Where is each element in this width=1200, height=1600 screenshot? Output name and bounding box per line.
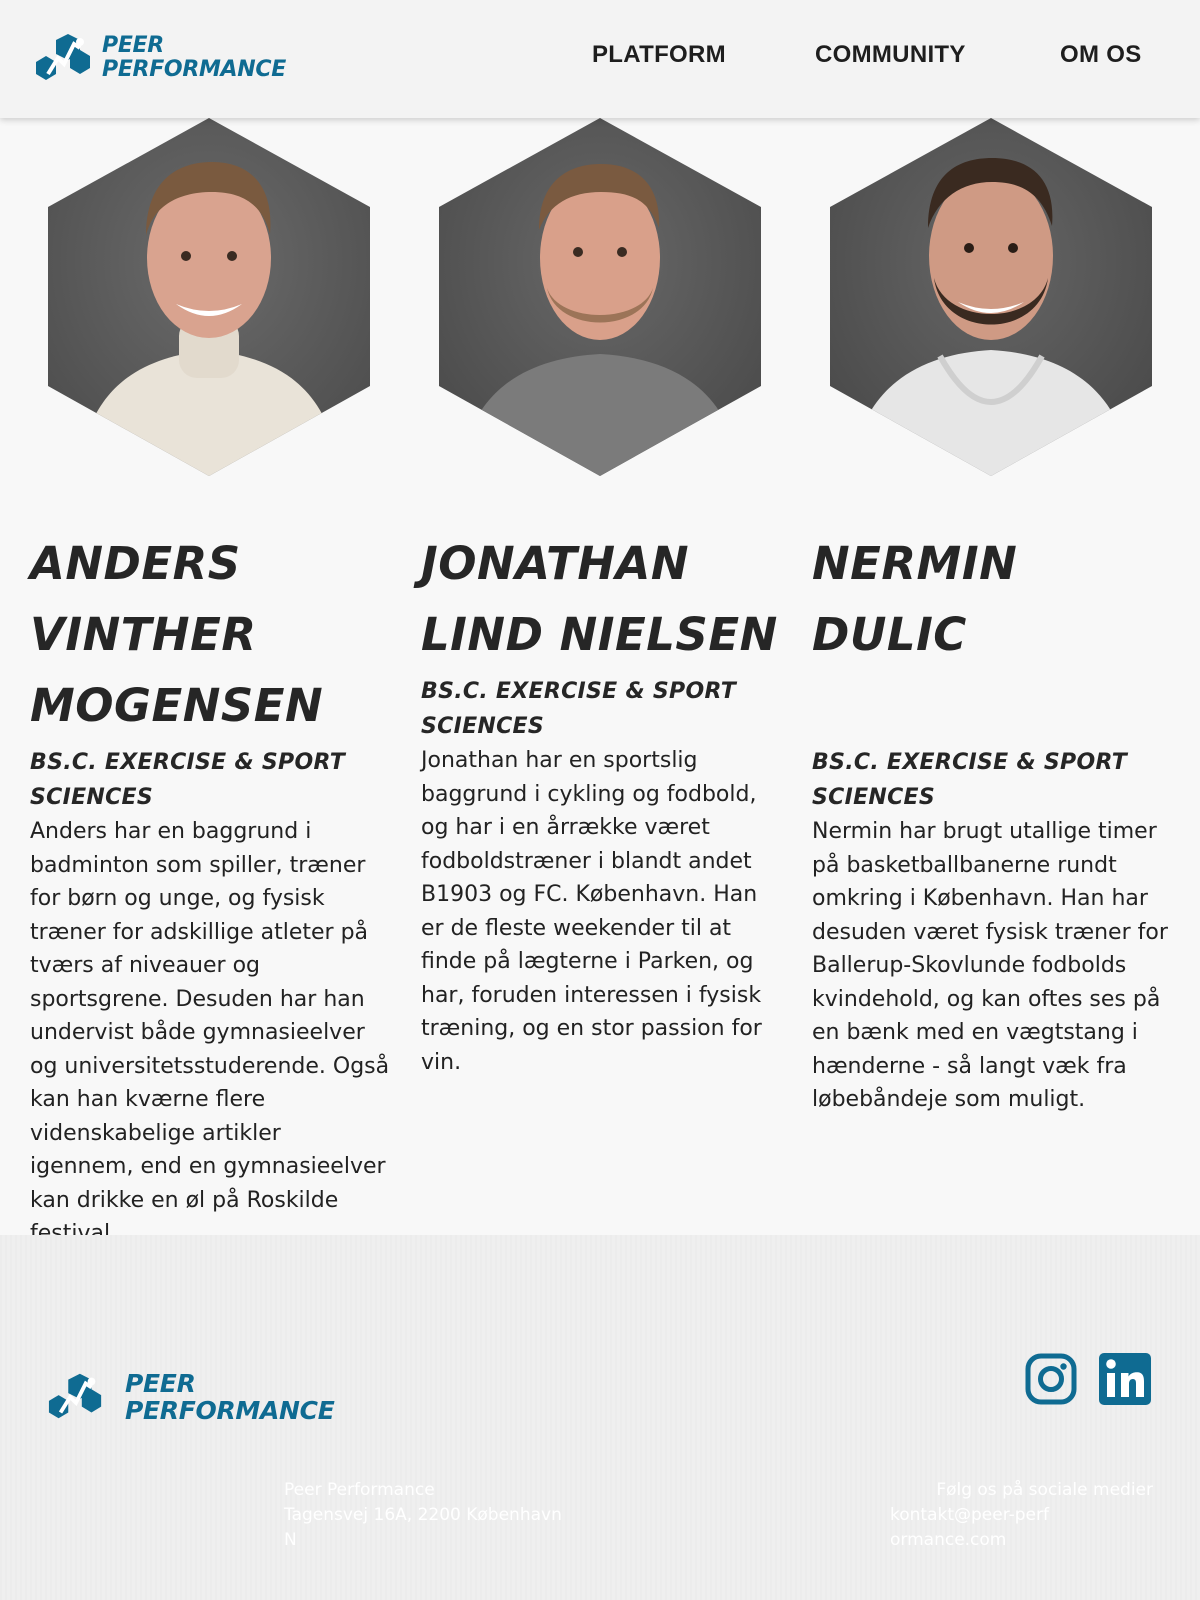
- logo-line-1: PEER: [102, 33, 164, 58]
- member-degree: BS.C. EXERCISE & SPORT SCIENCES: [421, 679, 737, 739]
- logo-wordmark: PEER PERFORMANCE: [102, 34, 286, 82]
- nav-item-platform[interactable]: PLATFORM: [592, 41, 726, 69]
- member-degree: BS.C. EXERCISE & SPORT SCIENCES: [30, 750, 346, 810]
- site-header: PEER PERFORMANCE PLATFORM COMMUNITY OM O…: [0, 0, 1200, 118]
- logo-mark-icon: [48, 1373, 102, 1419]
- footer-address-block: Peer Performance Tagensvej 16A, 2200 Køb…: [284, 1478, 574, 1553]
- social-links: [1025, 1353, 1151, 1405]
- member-degree: BS.C. EXERCISE & SPORT SCIENCES: [812, 750, 1128, 810]
- footer-email-link[interactable]: kontakt@peer-performance.com: [890, 1503, 1050, 1553]
- portrait-hexagon: [439, 118, 761, 476]
- logo-line-1: PEER: [125, 1369, 196, 1398]
- portrait-photo: [48, 118, 370, 476]
- portrait-hexagon: [48, 118, 370, 476]
- member-bio: Jonathan har en sportslig baggrund i cyk…: [421, 748, 762, 1075]
- instagram-link[interactable]: [1025, 1353, 1077, 1405]
- member-name: NERMIN DULIC: [812, 537, 1018, 661]
- portrait-photo: [439, 118, 761, 476]
- portrait-hexagon: [830, 118, 1152, 476]
- logo-mark-icon: [36, 34, 90, 80]
- member-bio: Nermin har brugt utallige timer på baske…: [812, 819, 1168, 1112]
- logo-line-2: PERFORMANCE: [102, 57, 286, 82]
- member-name: ANDERS VINTHER MOGENSEN: [30, 537, 324, 732]
- member-bio: Anders har en baggrund i badminton som s…: [30, 819, 390, 1246]
- instagram-icon: [1025, 1353, 1077, 1405]
- portrait-photo: [830, 118, 1152, 476]
- nav-item-om-os[interactable]: OM OS: [1060, 41, 1142, 69]
- footer-address: Tagensvej 16A, 2200 København N: [284, 1505, 562, 1550]
- footer-company: Peer Performance: [284, 1480, 435, 1500]
- logo-wordmark: PEER PERFORMANCE: [125, 1370, 335, 1424]
- linkedin-link[interactable]: [1099, 1353, 1151, 1405]
- nav-item-community[interactable]: COMMUNITY: [815, 41, 966, 69]
- header-logo[interactable]: PEER PERFORMANCE: [34, 34, 286, 82]
- team-member-card: JONATHAN LIND NIELSEN BS.C. EXERCISE & S…: [421, 118, 781, 1079]
- team-member-card: NERMIN DULIC BS.C. EXERCISE & SPORT SCIE…: [812, 118, 1172, 1117]
- linkedin-icon: [1099, 1353, 1151, 1405]
- footer-social-heading: Følg os på sociale medier: [936, 1480, 1153, 1500]
- logo-line-2: PERFORMANCE: [125, 1396, 335, 1425]
- team-member-card: ANDERS VINTHER MOGENSEN BS.C. EXERCISE &…: [30, 118, 390, 1251]
- site-footer: PEER PERFORMANCE Peer Performance Tagens…: [0, 1235, 1200, 1600]
- member-name: JONATHAN LIND NIELSEN: [421, 537, 778, 661]
- footer-logo[interactable]: PEER PERFORMANCE: [47, 1369, 335, 1425]
